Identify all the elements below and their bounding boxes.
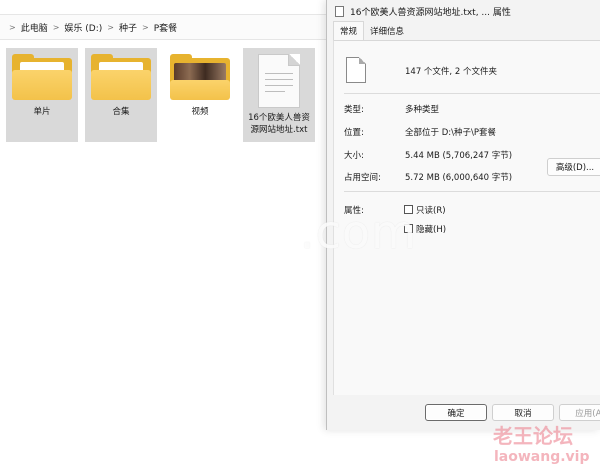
- prop-value-type: 多种类型: [405, 105, 440, 115]
- folder-thumbnail-icon: [170, 54, 230, 100]
- folder-icon: [91, 54, 151, 100]
- document-icon: [335, 5, 344, 17]
- txt-file-item[interactable]: 16个欧美人兽资源网站地址.txt: [243, 48, 315, 142]
- file-label: 合集: [112, 107, 130, 117]
- tab-strip: 常规 详细信息: [327, 21, 600, 40]
- ok-button[interactable]: 确定: [425, 404, 487, 421]
- dialog-title-bar: 16个欧美人兽资源网站地址.txt, ... 属性: [327, 0, 600, 22]
- breadcrumb-seeds[interactable]: 种子: [119, 21, 137, 34]
- prop-key-type: 类型:: [344, 105, 364, 115]
- domain-watermark: laowang.vip: [494, 449, 590, 465]
- file-label: 16个欧美人兽资源网站地址.txt: [248, 113, 310, 135]
- apply-button[interactable]: 应用(A): [559, 404, 600, 421]
- summary-text: 147 个文件, 2 个文件夹: [405, 67, 497, 77]
- folder-icon: [12, 54, 72, 100]
- file-label: 视频: [191, 107, 209, 117]
- text-file-icon: [258, 54, 300, 108]
- tab-general[interactable]: 常规: [333, 21, 365, 40]
- prop-key-size: 大小:: [344, 151, 364, 161]
- screen: > 此电脑 > 娱乐 (D:) > 种子 > P套餐 单片 合集 视频 16个欧…: [0, 0, 600, 471]
- readonly-label: 只读(R): [416, 206, 446, 216]
- folder-item-collection[interactable]: 合集: [85, 48, 157, 142]
- address-bar[interactable]: > 此电脑 > 娱乐 (D:) > 种子 > P套餐: [0, 14, 330, 40]
- multiple-files-icon: [346, 57, 366, 83]
- prop-value-size-on-disk: 5.72 MB (6,000,640 字节): [405, 173, 513, 183]
- prop-key-location: 位置:: [344, 128, 364, 138]
- brand-watermark: 老王论坛: [493, 424, 573, 448]
- chevron-right-icon: >: [9, 22, 16, 32]
- tab-details[interactable]: 详细信息: [364, 22, 410, 40]
- breadcrumb-p-package[interactable]: P套餐: [154, 21, 177, 34]
- breadcrumb-this-pc[interactable]: 此电脑: [21, 21, 48, 34]
- prop-value-location: 全部位于 D:\种子\P套餐: [405, 128, 496, 138]
- dialog-title: 16个欧美人兽资源网站地址.txt, ... 属性: [350, 7, 511, 18]
- prop-key-size-on-disk: 占用空间:: [344, 173, 381, 183]
- chevron-right-icon: >: [107, 22, 114, 32]
- divider: [344, 191, 600, 192]
- folder-item-video[interactable]: 视频: [164, 48, 236, 142]
- divider: [344, 93, 600, 94]
- cancel-button[interactable]: 取消: [492, 404, 554, 421]
- advanced-button[interactable]: 高级(D)...: [547, 158, 600, 176]
- folder-item-single[interactable]: 单片: [6, 48, 78, 142]
- site-watermark: .com: [300, 205, 417, 259]
- breadcrumb-drive-d[interactable]: 娱乐 (D:): [64, 21, 102, 34]
- file-label: 单片: [33, 107, 51, 117]
- chevron-right-icon: >: [52, 22, 60, 32]
- prop-value-size: 5.44 MB (5,706,247 字节): [405, 151, 513, 161]
- hidden-label: 隐藏(H): [416, 225, 447, 235]
- chevron-right-icon: >: [142, 22, 149, 32]
